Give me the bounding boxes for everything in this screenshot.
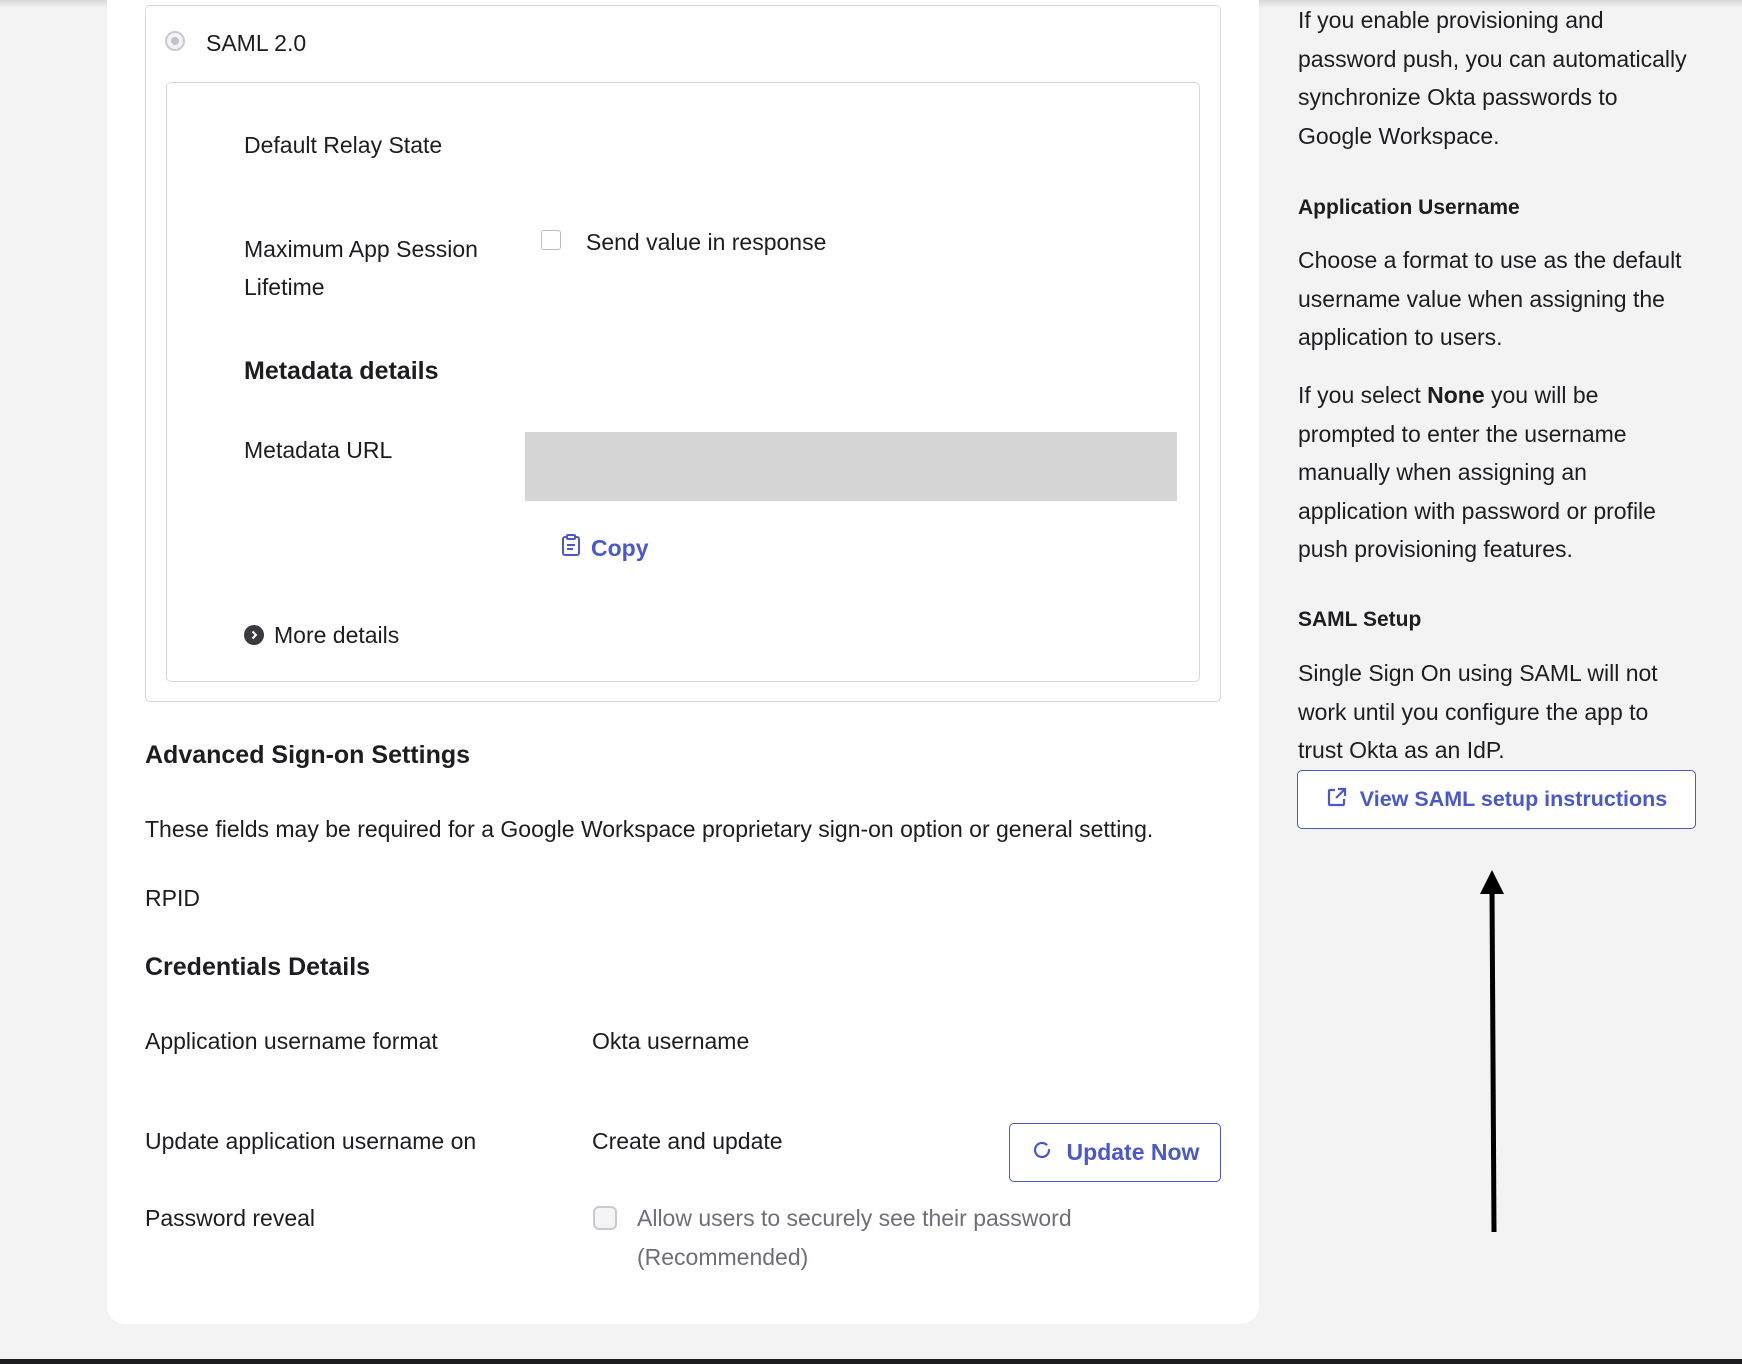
- send-value-label: Send value in response: [586, 229, 827, 255]
- metadata-heading: Metadata details: [244, 357, 439, 385]
- saml-radio-label: SAML 2.0: [206, 30, 307, 56]
- saml-setup-help-text: Single Sign On using SAML will not work …: [1298, 660, 1658, 763]
- username-format-value: Okta username: [592, 1028, 750, 1054]
- metadata-url-field[interactable]: [525, 432, 1177, 501]
- rpid-label: RPID: [145, 885, 200, 911]
- view-saml-setup-label: View SAML setup instructions: [1359, 787, 1668, 811]
- update-on-value: Create and update: [592, 1128, 783, 1154]
- send-value-checkbox[interactable]: [541, 230, 561, 250]
- none-help-text: If you select None you will be prompted …: [1298, 382, 1656, 562]
- clipboard-icon: [561, 534, 581, 562]
- bottom-edge: [0, 1359, 1742, 1364]
- app-username-heading: Application Username: [1298, 196, 1520, 219]
- password-reveal-checkbox[interactable]: [593, 1206, 617, 1230]
- password-reveal-label: Password reveal: [145, 1205, 316, 1231]
- update-now-label: Update Now: [1066, 1139, 1200, 1165]
- max-session-label-cont: Lifetime: [244, 274, 325, 300]
- saml-setup-heading: SAML Setup: [1298, 608, 1422, 631]
- metadata-url-label: Metadata URL: [244, 437, 393, 463]
- advanced-heading: Advanced Sign-on Settings: [145, 741, 471, 769]
- arrow-up-icon: [1474, 868, 1510, 1239]
- update-on-label: Update application username on: [145, 1128, 477, 1154]
- saml-radio[interactable]: [165, 31, 185, 51]
- view-saml-setup-button[interactable]: View SAML setup instructions: [1297, 770, 1696, 829]
- more-details-toggle[interactable]: More details: [244, 615, 399, 655]
- max-session-label: Maximum App Session: [244, 236, 478, 262]
- default-relay-state-label: Default Relay State: [244, 132, 443, 158]
- update-now-button[interactable]: Update Now: [1009, 1123, 1221, 1182]
- credentials-heading: Credentials Details: [145, 953, 371, 981]
- refresh-icon: [1031, 1139, 1053, 1167]
- advanced-description: These fields may be required for a Googl…: [145, 816, 1154, 842]
- password-reveal-option: Allow users to securely see their passwo…: [637, 1205, 1072, 1231]
- external-link-icon: [1326, 786, 1348, 814]
- copy-button[interactable]: Copy: [561, 528, 649, 568]
- copy-label: Copy: [591, 534, 649, 561]
- provisioning-help-text: If you enable provisioning and password …: [1298, 7, 1687, 149]
- chevron-right-icon: [244, 625, 264, 645]
- app-username-help-text: Choose a format to use as the default us…: [1298, 247, 1682, 350]
- username-format-label: Application username format: [145, 1028, 438, 1054]
- more-details-label: More details: [274, 621, 400, 648]
- password-reveal-option-cont: (Recommended): [637, 1244, 809, 1270]
